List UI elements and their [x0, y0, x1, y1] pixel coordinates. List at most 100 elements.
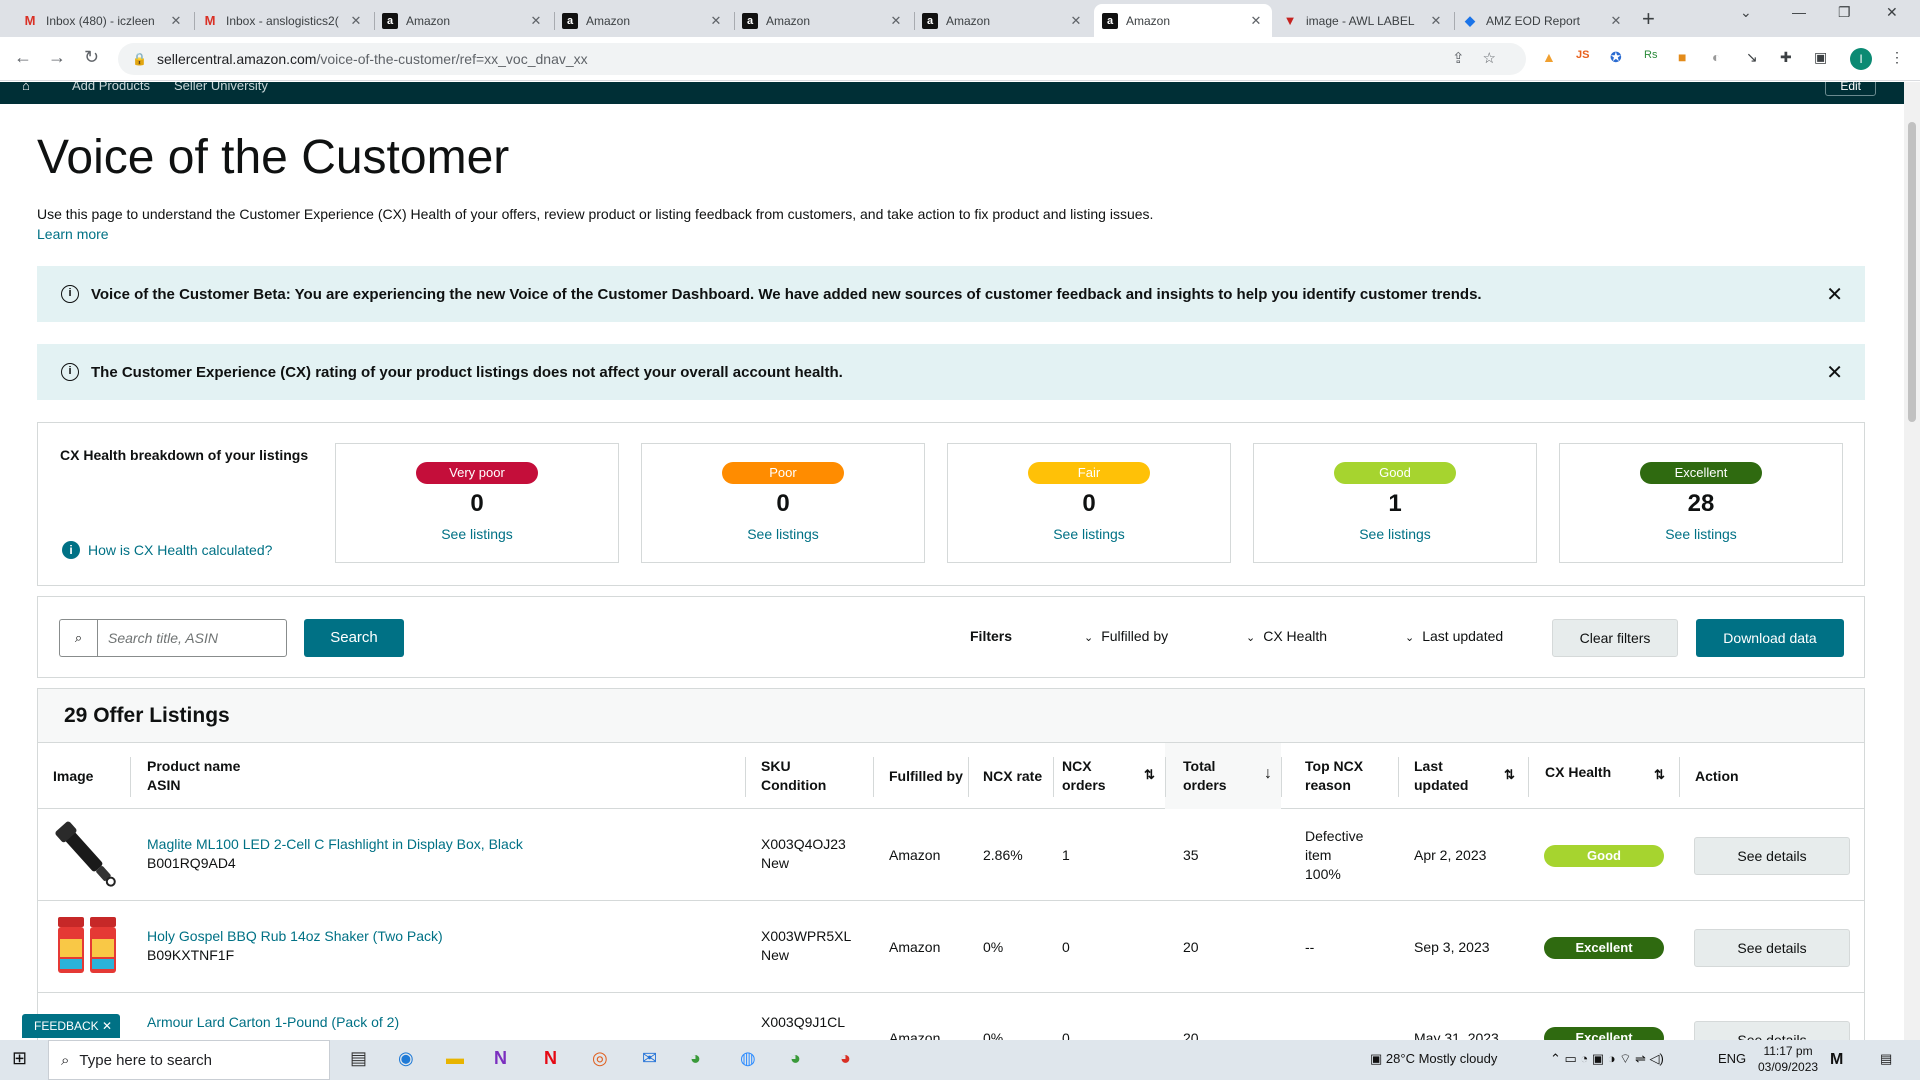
col-last-updated[interactable]: Last updated — [1414, 757, 1468, 795]
product-name-link[interactable]: Maglite ML100 LED 2-Cell C Flashlight in… — [147, 835, 523, 854]
edge-icon[interactable]: ◉ — [398, 1048, 414, 1069]
product-thumbnail-flashlight[interactable] — [52, 821, 122, 891]
edit-nav-button[interactable]: Edit — [1825, 82, 1876, 96]
nav-seller-university[interactable]: Seller University — [174, 82, 268, 93]
back-icon[interactable]: ← — [14, 47, 32, 68]
tab-amazon-3[interactable]: a Amazon ✕ — [734, 4, 912, 37]
tab-amazon-active[interactable]: a Amazon ✕ — [1094, 4, 1272, 37]
puzzle-icon[interactable]: ✚ — [1780, 49, 1792, 66]
netflix-icon[interactable]: N — [544, 1048, 557, 1069]
see-listings-link[interactable]: See listings — [336, 526, 618, 542]
reason-line: Defective — [1305, 828, 1364, 844]
tab-amz-eod[interactable]: ◆ AMZ EOD Report ✕ — [1454, 4, 1632, 37]
clock[interactable]: 11:17 pm 03/09/2023 — [1758, 1043, 1818, 1075]
search-input[interactable]: Search title, ASIN — [97, 619, 287, 657]
url-bar[interactable]: 🔒 sellercentral.amazon.com/voice-of-the-… — [118, 43, 1526, 75]
extension-icon[interactable]: Rs — [1644, 49, 1657, 61]
scrollbar-thumb[interactable] — [1908, 122, 1916, 422]
sort-icon[interactable]: ⇅ — [1144, 767, 1155, 783]
extension-icon[interactable]: ▲ — [1542, 49, 1556, 65]
app-tray-icon[interactable]: M — [1830, 1051, 1843, 1069]
js-extension-icon[interactable]: JS — [1576, 49, 1589, 61]
tab-amazon-2[interactable]: a Amazon ✕ — [554, 4, 732, 37]
side-panel-icon[interactable]: ▣ — [1814, 49, 1827, 66]
new-tab-button[interactable]: + — [1642, 6, 1655, 32]
nav-add-products[interactable]: Add Products — [72, 82, 150, 93]
extension-icon[interactable]: ◐ — [1712, 49, 1720, 65]
chrome-icon[interactable]: ◕ — [690, 1048, 701, 1069]
taskbar-search[interactable]: ⌕ Type here to search — [48, 1040, 330, 1080]
close-icon[interactable]: ✕ — [168, 13, 184, 29]
see-listings-link[interactable]: See listings — [642, 526, 924, 542]
close-icon[interactable]: ✕ — [708, 13, 724, 29]
profile-avatar[interactable]: I — [1850, 48, 1872, 70]
extension-icon[interactable]: ↘ — [1746, 49, 1758, 66]
sort-icon[interactable]: ⇅ — [1654, 767, 1665, 783]
tab-amazon-4[interactable]: a Amazon ✕ — [914, 4, 1092, 37]
app-icon[interactable]: ◎ — [592, 1048, 608, 1069]
see-details-button[interactable]: See details — [1694, 929, 1850, 967]
tab-awl-label[interactable]: ▼ image - AWL LABEL ✕ — [1274, 4, 1452, 37]
product-name-link[interactable]: Armour Lard Carton 1-Pound (Pack of 2) — [147, 1013, 399, 1032]
system-tray-icons[interactable]: ⌃ ▭ ◔ ▣ ◑ ⌔ ⇌ ◁) — [1550, 1051, 1664, 1067]
product-name-link[interactable]: Holy Gospel BBQ Rub 14oz Shaker (Two Pac… — [147, 927, 443, 946]
close-icon[interactable]: ✕ — [1428, 13, 1444, 29]
sort-icon[interactable]: ⇅ — [1504, 767, 1515, 783]
close-icon[interactable]: ✕ — [528, 13, 544, 29]
learn-more-link[interactable]: Learn more — [37, 226, 109, 242]
tab-gmail-1[interactable]: M Inbox (480) - iczleen ✕ — [14, 4, 192, 37]
product-thumbnail-shakers[interactable] — [54, 913, 120, 979]
close-icon[interactable]: ✕ — [1608, 13, 1624, 29]
windows-start-icon[interactable]: ⊞ — [12, 1048, 27, 1069]
reload-icon[interactable]: ↻ — [84, 47, 99, 68]
task-view-icon[interactable]: ▤ — [350, 1048, 367, 1069]
zoom-icon[interactable]: ◍ — [740, 1048, 756, 1069]
notification-icon[interactable]: ▤ — [1880, 1051, 1892, 1067]
cx-health-dropdown[interactable]: ⌄ CX Health — [1246, 628, 1327, 644]
close-icon[interactable]: ✕ — [1826, 282, 1843, 307]
col-total-orders[interactable]: Total orders — [1183, 757, 1227, 795]
share-icon[interactable]: ⇪ — [1452, 50, 1483, 67]
last-updated-dropdown[interactable]: ⌄ Last updated — [1405, 628, 1503, 644]
extension-icon[interactable]: ✪ — [1610, 49, 1622, 66]
extension-icon[interactable]: ■ — [1678, 49, 1686, 65]
bookmark-star-icon[interactable]: ☆ — [1483, 50, 1514, 67]
see-details-button[interactable]: See details — [1694, 837, 1850, 875]
page-scrollbar[interactable] — [1904, 82, 1920, 1040]
onenote-icon[interactable]: N — [494, 1048, 507, 1069]
see-listings-link[interactable]: See listings — [1560, 526, 1842, 542]
close-icon[interactable]: ✕ — [1068, 13, 1084, 29]
close-icon[interactable]: ✕ — [888, 13, 904, 29]
close-icon[interactable]: ✕ — [1826, 360, 1843, 385]
download-data-button[interactable]: Download data — [1696, 619, 1844, 657]
how-cx-health-link[interactable]: i How is CX Health calculated? — [62, 541, 272, 559]
home-icon[interactable]: ⌂ — [22, 82, 30, 93]
close-icon[interactable]: ✕ — [102, 1019, 112, 1033]
menu-icon[interactable]: ⋮ — [1890, 49, 1904, 66]
tab-search-icon[interactable]: ⌄ — [1740, 4, 1752, 21]
col-cx-health[interactable]: CX Health — [1545, 763, 1611, 782]
see-listings-link[interactable]: See listings — [1254, 526, 1536, 542]
chrome-icon[interactable]: ◕ — [840, 1048, 851, 1069]
sort-desc-icon[interactable]: ↓ — [1264, 765, 1272, 783]
see-details-button[interactable]: See details — [1694, 1021, 1850, 1040]
feedback-tab[interactable]: FEEDBACK ✕ — [22, 1014, 120, 1038]
close-window-icon[interactable]: ✕ — [1886, 4, 1898, 21]
tab-amazon-1[interactable]: a Amazon ✕ — [374, 4, 552, 37]
close-icon[interactable]: ✕ — [1248, 13, 1264, 29]
see-listings-link[interactable]: See listings — [948, 526, 1230, 542]
close-icon[interactable]: ✕ — [348, 13, 364, 29]
chrome-icon[interactable]: ◕ — [790, 1048, 801, 1069]
weather-widget[interactable]: ▣ 28°C Mostly cloudy — [1370, 1051, 1497, 1067]
minimize-icon[interactable]: — — [1792, 4, 1806, 20]
col-ncx-orders[interactable]: NCX orders — [1062, 757, 1106, 795]
tab-gmail-2[interactable]: M Inbox - anslogistics2(✕ — [194, 4, 372, 37]
language-indicator[interactable]: ENG — [1718, 1051, 1746, 1066]
clear-filters-button[interactable]: Clear filters — [1552, 619, 1678, 657]
forward-icon[interactable]: → — [48, 47, 66, 68]
restore-icon[interactable]: ❐ — [1838, 4, 1851, 21]
mail-icon[interactable]: ✉ — [642, 1048, 657, 1069]
fulfilled-by-dropdown[interactable]: ⌄ Fulfilled by — [1084, 628, 1168, 644]
search-button[interactable]: Search — [304, 619, 404, 657]
file-explorer-icon[interactable]: ▬ — [446, 1048, 464, 1069]
